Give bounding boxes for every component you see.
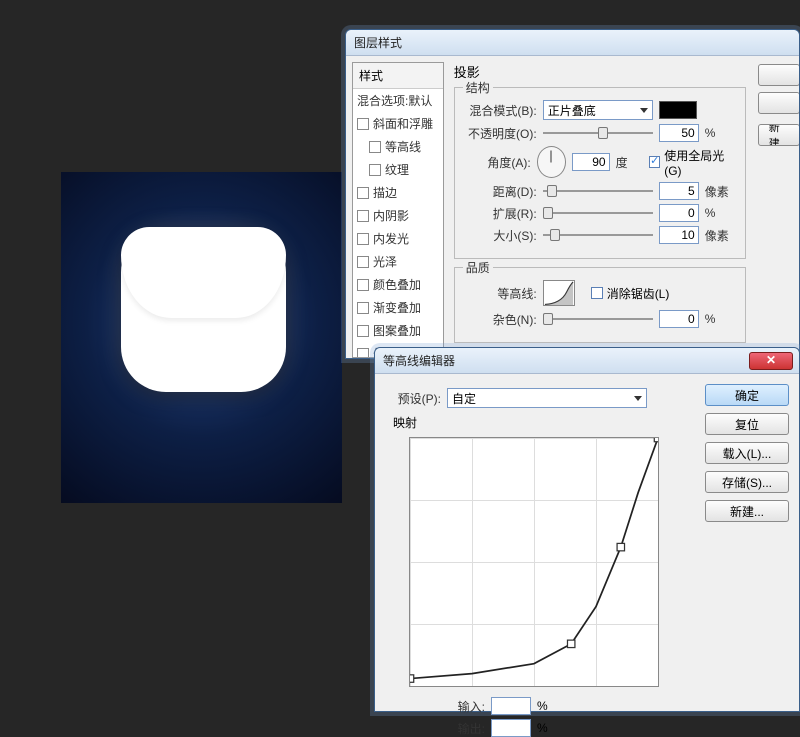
contour-editor-titlebar[interactable]: 等高线编辑器	[375, 348, 799, 374]
effect-渐变叠加[interactable]: 渐变叠加	[353, 296, 443, 319]
blend-mode-label: 混合模式(B):	[465, 102, 537, 119]
checkbox-icon	[357, 302, 369, 314]
checkbox-icon	[369, 141, 381, 153]
noise-slider[interactable]	[543, 311, 653, 327]
angle-dial[interactable]	[537, 146, 567, 178]
save-button[interactable]: 存储(S)...	[705, 471, 789, 493]
new-button[interactable]: 新建...	[705, 500, 789, 522]
checkbox-icon	[357, 233, 369, 245]
chevron-down-icon	[640, 108, 648, 113]
contour-picker[interactable]	[543, 280, 575, 306]
checkbox-icon	[357, 187, 369, 199]
shadow-color-chip[interactable]	[659, 101, 697, 119]
effect-等高线[interactable]: 等高线	[353, 135, 443, 158]
effect-图案叠加[interactable]: 图案叠加	[353, 319, 443, 342]
layer-style-title: 图层样式	[354, 36, 402, 50]
quality-group: 品质 等高线: 消除锯齿(L) 杂色(N): 0 %	[454, 267, 746, 343]
effects-sidebar: 样式 混合选项:默认 斜面和浮雕等高线纹理描边内阴影内发光光泽颜色叠加渐变叠加图…	[352, 62, 444, 358]
document-canvas	[61, 172, 342, 503]
blend-mode-dropdown[interactable]: 正片叠底	[543, 100, 653, 120]
checkbox-icon	[369, 164, 381, 176]
opacity-input[interactable]: 50	[659, 124, 699, 142]
mapping-label: 映射	[393, 414, 695, 431]
layer-style-titlebar[interactable]: 图层样式	[346, 30, 799, 56]
load-button[interactable]: 载入(L)...	[705, 442, 789, 464]
distance-input[interactable]: 5	[659, 182, 699, 200]
checkbox-icon	[357, 118, 369, 130]
noise-input[interactable]: 0	[659, 310, 699, 328]
angle-input[interactable]: 90	[572, 153, 609, 171]
preset-dropdown[interactable]: 自定	[447, 388, 647, 408]
close-icon: ✕	[766, 353, 776, 367]
size-slider[interactable]	[543, 227, 653, 243]
envelope-icon	[121, 227, 286, 392]
effect-光泽[interactable]: 光泽	[353, 250, 443, 273]
blend-options-row[interactable]: 混合选项:默认	[353, 89, 443, 112]
effect-斜面和浮雕[interactable]: 斜面和浮雕	[353, 112, 443, 135]
checkbox-icon	[357, 256, 369, 268]
reset-button[interactable]: 复位	[705, 413, 789, 435]
spread-slider[interactable]	[543, 205, 653, 221]
effect-纹理[interactable]: 纹理	[353, 158, 443, 181]
layer-style-dialog: 图层样式 样式 混合选项:默认 斜面和浮雕等高线纹理描边内阴影内发光光泽颜色叠加…	[345, 29, 800, 359]
opacity-slider[interactable]	[543, 125, 653, 141]
effect-内发光[interactable]: 内发光	[353, 227, 443, 250]
effect-颜色叠加[interactable]: 颜色叠加	[353, 273, 443, 296]
checkbox-icon	[357, 348, 369, 359]
spread-input[interactable]: 0	[659, 204, 699, 222]
ok-button-partial[interactable]	[758, 64, 799, 86]
envelope-flap	[121, 227, 286, 318]
distance-slider[interactable]	[543, 183, 653, 199]
cancel-button-partial[interactable]	[758, 92, 799, 114]
contour-editor-title: 等高线编辑器	[383, 354, 455, 368]
ok-button[interactable]: 确定	[705, 384, 789, 406]
antialias-checkbox[interactable]: 消除锯齿(L)	[591, 285, 670, 302]
contour-curve-editor[interactable]	[409, 437, 659, 687]
contour-editor-dialog: 等高线编辑器 ✕ 预设(P): 自定 映射 输入:	[374, 347, 800, 712]
checkbox-icon	[357, 279, 369, 291]
size-input[interactable]: 10	[659, 226, 699, 244]
effect-描边[interactable]: 描边	[353, 181, 443, 204]
checkbox-icon	[357, 210, 369, 222]
dialog-action-column: 新建	[754, 56, 799, 358]
curve-output-value[interactable]	[491, 719, 531, 737]
structure-group: 结构 混合模式(B): 正片叠底 不透明度(O): 50 % 角度	[454, 87, 746, 259]
new-style-button[interactable]: 新建	[758, 124, 799, 146]
curve-input-value[interactable]	[491, 697, 531, 715]
effect-内阴影[interactable]: 内阴影	[353, 204, 443, 227]
sidebar-header: 样式	[353, 63, 443, 89]
effect-settings-panel: 投影 结构 混合模式(B): 正片叠底 不透明度(O): 50 %	[444, 56, 754, 358]
panel-title: 投影	[454, 62, 746, 81]
checkbox-icon	[357, 325, 369, 337]
chevron-down-icon	[634, 396, 642, 401]
global-light-checkbox[interactable]: 使用全局光(G)	[649, 147, 735, 178]
close-button[interactable]: ✕	[749, 352, 793, 370]
